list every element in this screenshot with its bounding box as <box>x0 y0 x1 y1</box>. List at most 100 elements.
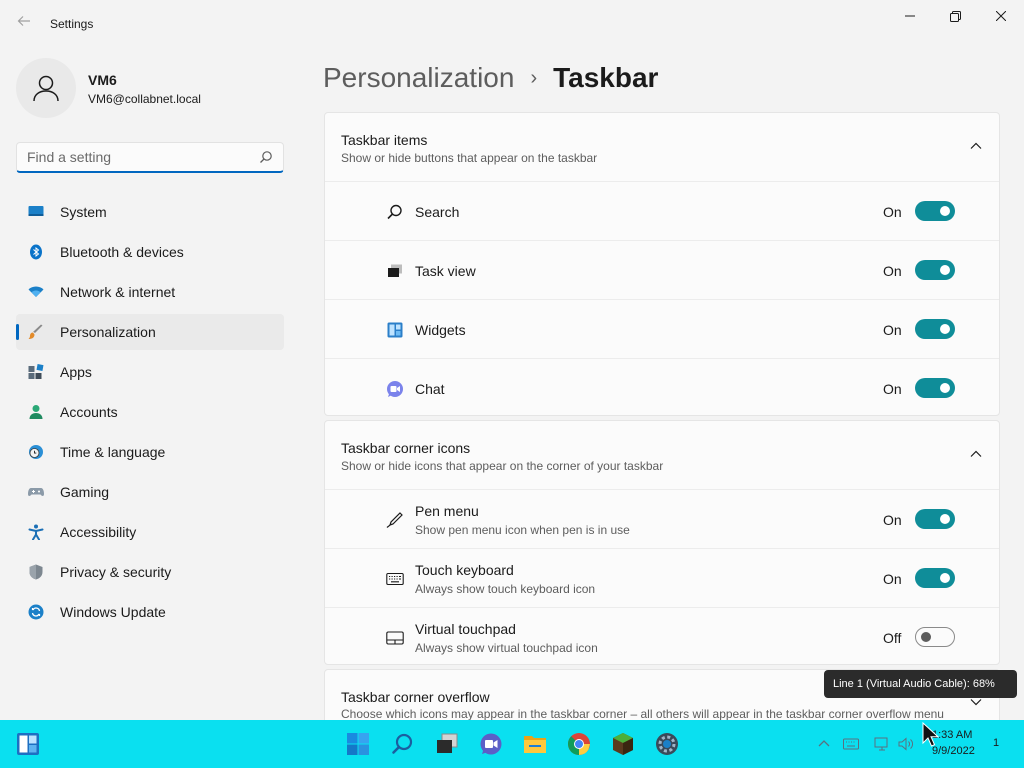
search-icon[interactable] <box>259 150 273 164</box>
chat-toggle[interactable] <box>915 378 955 398</box>
setting-label: Search <box>415 204 460 220</box>
search-toggle[interactable] <box>915 201 955 221</box>
sidebar-item-personalization[interactable]: Personalization <box>16 314 284 350</box>
section-description: Choose which icons may appear in the tas… <box>341 707 944 721</box>
close-icon <box>996 11 1006 21</box>
gamepad-icon <box>28 488 44 496</box>
toggle-state-text: On <box>883 204 902 220</box>
sidebar-item-label: Privacy & security <box>60 564 172 580</box>
sidebar-item-windows-update[interactable]: Windows Update <box>16 594 284 630</box>
close-button[interactable] <box>978 0 1024 32</box>
notification-badge[interactable]: 1 <box>993 737 999 749</box>
sidebar-item-network[interactable]: Network & internet <box>16 274 284 310</box>
settings-gear-icon[interactable] <box>655 732 679 756</box>
wifi-icon <box>28 286 44 297</box>
volume-tooltip: Line 1 (Virtual Audio Cable): 68% <box>824 670 1017 698</box>
task-view-toggle[interactable] <box>915 260 955 280</box>
sidebar-item-system[interactable]: System <box>16 194 284 230</box>
apps-icon <box>28 364 44 379</box>
user-avatar-icon <box>33 75 59 102</box>
task-view-icon <box>388 264 402 277</box>
system-icon <box>28 206 44 216</box>
corner-icons-header[interactable]: Taskbar corner icons Show or hide icons … <box>325 421 999 489</box>
search-input[interactable] <box>17 143 257 171</box>
minimize-icon <box>905 15 915 17</box>
section-description: Show or hide icons that appear on the co… <box>341 459 664 473</box>
bluetooth-icon <box>30 244 42 260</box>
chrome-icon[interactable] <box>567 732 591 756</box>
sidebar-item-label: Accounts <box>60 404 118 420</box>
sidebar-item-time-language[interactable]: Time & language <box>16 434 284 470</box>
sidebar-item-accounts[interactable]: Accounts <box>16 394 284 430</box>
pen-icon <box>386 512 403 528</box>
breadcrumb-parent[interactable]: Personalization <box>323 62 514 94</box>
sidebar-item-label: Network & internet <box>60 284 176 300</box>
setting-row-pen-menu: Pen menu Show pen menu icon when pen is … <box>325 489 999 548</box>
file-explorer-icon[interactable] <box>523 732 547 756</box>
task-view-icon[interactable] <box>435 732 459 756</box>
virtual-touchpad-toggle[interactable] <box>915 627 955 647</box>
setting-description: Always show touch keyboard icon <box>415 582 596 596</box>
network-icon[interactable] <box>874 736 890 752</box>
setting-label: Pen menu <box>415 503 479 519</box>
sidebar-item-label: Apps <box>60 364 92 380</box>
taskbar-items-header[interactable]: Taskbar items Show or hide buttons that … <box>325 113 999 181</box>
chat-icon <box>387 381 403 397</box>
setting-row-touch-keyboard: Touch keyboard Always show touch keyboar… <box>325 548 999 607</box>
page-title: Taskbar <box>553 62 659 93</box>
setting-label: Widgets <box>415 322 466 338</box>
clock-globe-icon <box>29 445 43 459</box>
taskbar: 1:33 AM 9/9/2022 1 <box>0 720 1024 768</box>
corner-icons-section: Taskbar corner icons Show or hide icons … <box>324 420 1000 665</box>
sidebar-item-privacy[interactable]: Privacy & security <box>16 554 284 590</box>
search-icon[interactable] <box>391 732 415 756</box>
breadcrumb-separator: › <box>530 66 538 89</box>
chat-icon[interactable] <box>479 732 503 756</box>
brush-icon <box>28 324 43 339</box>
toggle-state-text: On <box>883 263 902 279</box>
setting-label: Touch keyboard <box>415 562 514 578</box>
section-title: Taskbar corner icons <box>341 440 471 456</box>
sidebar-item-apps[interactable]: Apps <box>16 354 284 390</box>
widgets-toggle[interactable] <box>915 319 955 339</box>
sidebar-item-label: Gaming <box>60 484 110 500</box>
back-arrow-icon <box>17 16 30 26</box>
person-icon <box>29 405 43 419</box>
sidebar-nav: System Bluetooth & devices Network & int… <box>16 194 284 634</box>
sidebar-item-label: Time & language <box>60 444 166 460</box>
toggle-state-text: On <box>883 571 902 587</box>
setting-row-widgets: Widgets On <box>325 299 999 358</box>
restore-icon <box>949 10 961 22</box>
user-profile[interactable]: VM6 VM6@collabnet.local <box>16 58 276 118</box>
toggle-state-text: On <box>883 322 902 338</box>
pen-menu-toggle[interactable] <box>915 509 955 529</box>
keyboard-icon[interactable] <box>843 736 859 752</box>
sidebar-item-gaming[interactable]: Gaming <box>16 474 284 510</box>
keyboard-icon <box>386 572 404 586</box>
setting-description: Always show virtual touchpad icon <box>415 641 598 655</box>
start-icon[interactable] <box>346 732 370 756</box>
volume-icon[interactable] <box>898 736 914 752</box>
touch-keyboard-toggle[interactable] <box>915 568 955 588</box>
widgets-icon[interactable] <box>16 732 40 756</box>
back-button[interactable] <box>12 12 36 36</box>
chevron-up-icon[interactable] <box>816 736 832 752</box>
setting-row-task-view: Task view On <box>325 240 999 299</box>
sidebar-item-bluetooth[interactable]: Bluetooth & devices <box>16 234 284 270</box>
accessibility-icon <box>28 524 44 540</box>
sidebar-item-label: Windows Update <box>60 604 166 620</box>
section-title: Taskbar corner overflow <box>341 689 490 705</box>
title-bar: Settings <box>0 0 1024 48</box>
restore-button[interactable] <box>932 0 978 32</box>
minimize-button[interactable] <box>887 0 933 32</box>
setting-row-chat: Chat On <box>325 358 999 417</box>
toggle-state-text: Off <box>883 630 902 646</box>
sidebar-item-label: System <box>60 204 107 220</box>
sidebar-item-label: Personalization <box>60 324 156 340</box>
sidebar-item-accessibility[interactable]: Accessibility <box>16 514 284 550</box>
setting-row-virtual-touchpad: Virtual touchpad Always show virtual tou… <box>325 607 999 666</box>
setting-label: Task view <box>415 263 476 279</box>
setting-label: Chat <box>415 381 445 397</box>
toggle-state-text: On <box>883 512 902 528</box>
minecraft-icon[interactable] <box>611 732 635 756</box>
